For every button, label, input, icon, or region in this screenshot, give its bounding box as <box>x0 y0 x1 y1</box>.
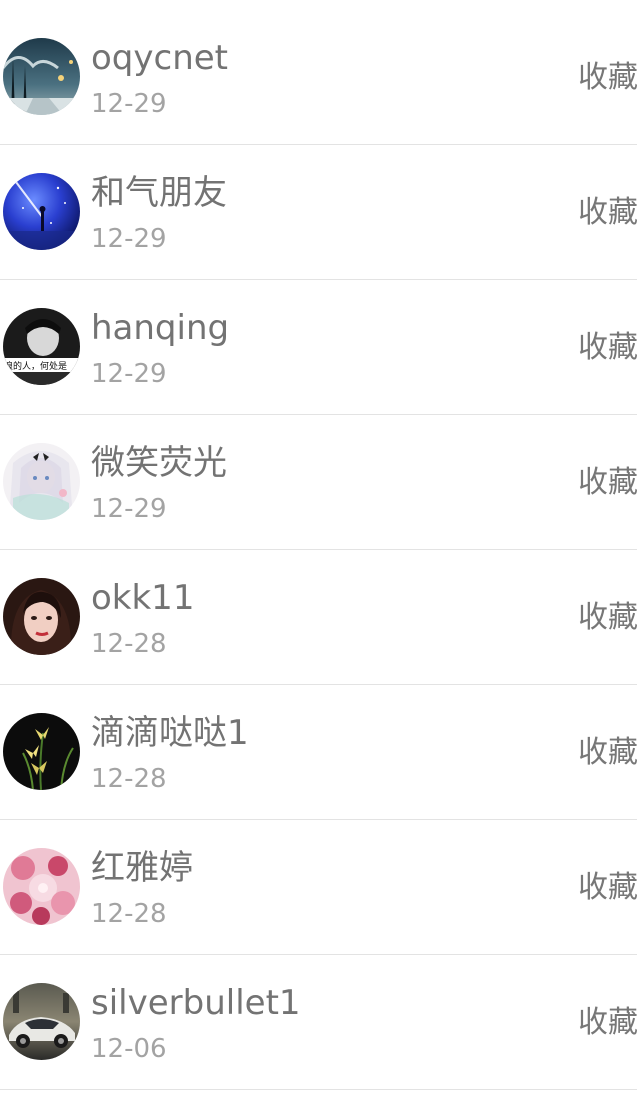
list-item[interactable]: silverbullet1 12-06 收藏 <box>0 955 637 1090</box>
username: 滴滴哒哒1 <box>91 713 249 753</box>
favorite-button[interactable]: 收藏 <box>578 733 637 773</box>
list-item[interactable]: oqycnet 12-29 收藏 <box>0 10 637 145</box>
timestamp: 12-29 <box>91 224 167 254</box>
timestamp: 12-06 <box>91 1034 167 1064</box>
list-item[interactable]: 滴滴哒哒1 12-28 收藏 <box>0 685 637 820</box>
favorite-button[interactable]: 收藏 <box>578 598 637 638</box>
favorite-button[interactable]: 收藏 <box>578 193 637 233</box>
timestamp: 12-29 <box>91 89 167 119</box>
list-item[interactable]: 红雅婷 12-28 收藏 <box>0 820 637 955</box>
favorite-button[interactable]: 收藏 <box>578 58 637 98</box>
timestamp: 12-29 <box>91 494 167 524</box>
favorite-button[interactable]: 收藏 <box>578 868 637 908</box>
username: 微笑荧光 <box>91 443 227 483</box>
snowy-street-avatar[interactable] <box>3 38 80 115</box>
anime-girl-avatar[interactable] <box>3 443 80 520</box>
username: okk11 <box>91 578 195 618</box>
favorite-button[interactable]: 收藏 <box>578 328 637 368</box>
timestamp: 12-29 <box>91 359 167 389</box>
username: oqycnet <box>91 38 228 78</box>
favorite-button[interactable]: 收藏 <box>578 463 637 503</box>
username: 红雅婷 <box>91 848 193 888</box>
favorites-list: oqycnet 12-29 收藏 和气朋友 12-29 收藏 浪的人，何处是 h… <box>0 10 637 1090</box>
timestamp: 12-28 <box>91 764 167 794</box>
car-avatar[interactable] <box>3 983 80 1060</box>
favorite-button[interactable]: 收藏 <box>578 1003 637 1043</box>
list-item[interactable]: 和气朋友 12-29 收藏 <box>0 145 637 280</box>
bw-portrait-avatar[interactable]: 浪的人，何处是 <box>3 308 80 385</box>
timestamp: 12-28 <box>91 899 167 929</box>
list-item[interactable]: okk11 12-28 收藏 <box>0 550 637 685</box>
username: silverbullet1 <box>91 983 301 1023</box>
pink-floral-avatar[interactable] <box>3 848 80 925</box>
avatar-caption: 浪的人，何处是 <box>4 360 67 372</box>
orchid-avatar[interactable] <box>3 713 80 790</box>
starry-night-avatar[interactable] <box>3 173 80 250</box>
list-item[interactable]: 微笑荧光 12-29 收藏 <box>0 415 637 550</box>
timestamp: 12-28 <box>91 629 167 659</box>
list-item[interactable]: 浪的人，何处是 hanqing 12-29 收藏 <box>0 280 637 415</box>
username: hanqing <box>91 308 230 348</box>
username: 和气朋友 <box>91 173 227 213</box>
portrait-avatar[interactable] <box>3 578 80 655</box>
